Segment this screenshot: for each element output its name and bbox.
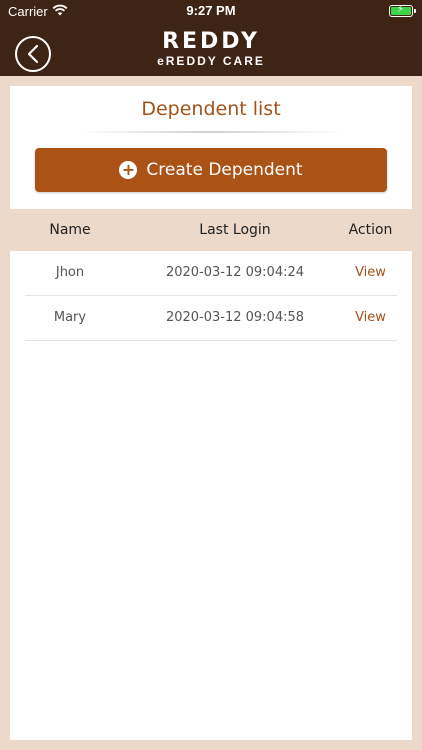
column-header-last-login: Last Login xyxy=(199,222,271,238)
view-link[interactable]: View xyxy=(338,265,403,280)
column-header-name: Name xyxy=(49,222,91,238)
dependent-name: Jhon xyxy=(55,265,85,280)
table-header: Name Last Login Action xyxy=(10,209,412,251)
status-bar: Carrier 9:27 PM ⚡ xyxy=(0,0,422,22)
create-dependent-label: Create Dependent xyxy=(146,160,303,180)
view-link[interactable]: View xyxy=(338,310,403,325)
title-divider xyxy=(80,131,342,133)
battery-icon: ⚡ xyxy=(389,4,416,17)
brand-name: REDDY xyxy=(162,29,260,54)
table-row: Mary 2020-03-12 09:04:58 View xyxy=(25,296,397,341)
status-time: 9:27 PM xyxy=(186,3,236,18)
table-row: Jhon 2020-03-12 09:04:24 View xyxy=(25,251,397,296)
create-dependent-button[interactable]: + Create Dependent xyxy=(35,148,387,192)
page-title: Dependent list xyxy=(141,98,281,120)
dependent-last-login: 2020-03-12 09:04:24 xyxy=(165,265,305,280)
column-header-action: Action xyxy=(348,222,393,238)
plus-circle-icon: + xyxy=(119,161,138,179)
app-header: Carrier 9:27 PM ⚡ REDDY eREDDY CARE xyxy=(0,0,422,76)
brand-subtitle: eREDDY CARE xyxy=(157,54,265,68)
dependent-name: Mary xyxy=(53,310,87,325)
dependent-last-login: 2020-03-12 09:04:58 xyxy=(165,310,305,325)
content-card: Dependent list + Create Dependent Name L… xyxy=(10,86,412,740)
app-logo: REDDY eREDDY CARE xyxy=(0,29,422,69)
